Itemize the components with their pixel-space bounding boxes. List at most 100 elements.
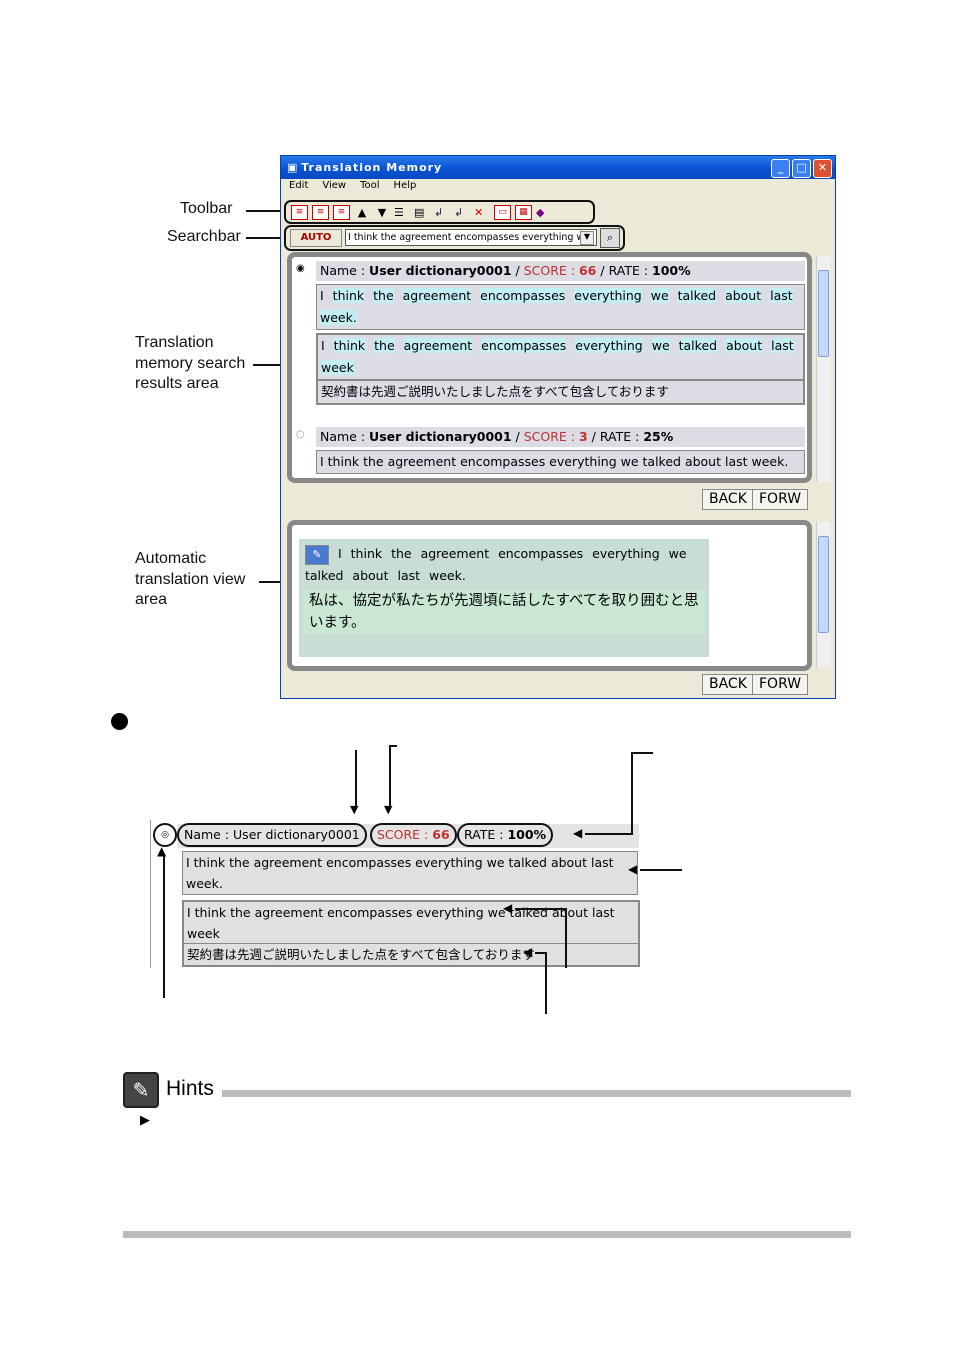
arrow-line [545,952,547,1014]
auto-source-text: ✎ I think the agreement encompasses ever… [305,544,687,583]
arrow-line [631,752,633,834]
replace-icon[interactable]: ↲ [454,206,470,219]
detail-target-text: 契約書は先週ご説明いたしました点をすべて包含しております [182,943,640,967]
auto-translation-view-area: ✎ I think the agreement encompasses ever… [287,520,812,671]
insert-icon[interactable]: ↲ [434,206,450,219]
auto-button[interactable]: AUTO [290,229,342,247]
search-icon[interactable]: ⌕ [600,228,620,248]
arrow-icon: ◀ [573,826,583,840]
arrow-line [515,908,567,910]
window-title: Translation Memory [301,161,443,174]
arrow-icon: ▲ [157,844,167,858]
callout-line [246,210,284,212]
tm-search-results-area: ◉ Name : User dictionary0001 / SCORE : 6… [287,252,812,483]
arrow-icon: ▼ [350,803,359,816]
arrow-icon: ◀ [628,862,638,876]
result-detail-diagram: ◎ Name : User dictionary0001 SCORE : 66 … [150,820,641,968]
close-button[interactable]: ✕ [813,159,832,178]
arrow-line [163,855,165,998]
result-radio-selected[interactable]: ◉ [296,263,305,274]
divider [222,1090,851,1097]
forw-button[interactable]: FORW [752,674,809,695]
arrow-line [565,908,567,968]
window-icon[interactable]: ▭ [494,204,511,220]
matched-word: last [770,288,793,303]
result-source-text: I think the agreement encompasses everyt… [316,450,805,474]
matched-word: everything [575,338,643,353]
arrow-line [389,745,391,808]
auto-translation-block: ✎ I think the agreement encompasses ever… [299,539,709,657]
result-header: Name : User dictionary0001 / SCORE : 3 /… [316,427,805,447]
callout-searchbar: Searchbar [167,228,241,245]
result-item[interactable]: Name : User dictionary0001 / SCORE : 3 /… [316,427,805,474]
dropdown-arrow-icon[interactable]: ▼ [580,231,594,245]
callout-toolbar: Toolbar [180,200,233,217]
arrow-line [389,745,397,747]
matched-word: encompasses [480,288,566,303]
callout-line [246,237,284,239]
arrow-icon: ◀ [503,901,513,915]
arrow-line [640,869,682,871]
result-item[interactable]: Name : User dictionary0001 / SCORE : 66 … [316,261,805,405]
delete-icon[interactable]: ✕ [474,206,490,219]
register-source-icon[interactable]: ≡ [312,204,329,220]
options-icon[interactable]: ▦ [515,204,532,220]
matched-word: the [374,338,395,353]
forw-button[interactable]: FORW [752,489,809,510]
menu-help[interactable]: Help [394,180,417,191]
matched-word: we [651,338,670,353]
results-scrollbar[interactable] [816,256,830,482]
dictionary-icon[interactable]: ◆ [536,206,552,219]
register-icon[interactable]: ≡ [291,204,308,220]
matched-word: about [726,338,763,353]
detail-source-text: I think the agreement encompasses everyt… [182,851,638,895]
menu-bar: Edit View Tool Help [289,180,430,191]
up-arrow-icon[interactable]: ▲ [354,206,370,219]
menu-tool[interactable]: Tool [360,180,379,191]
list-icon[interactable]: ☰ [394,206,410,219]
auto-target-text: 私は、協定が私たちが先週頃に話したすべてを取り囲むと思います。 [303,589,705,634]
matched-word: about [725,288,762,303]
matched-word: week. [320,310,357,325]
score-pill: SCORE : 66 [370,823,457,847]
pen-icon[interactable]: ✎ [305,544,329,565]
minimize-button[interactable]: _ [771,159,790,178]
toolbar: ≡ ≡ ≡ ▲ ▼ ☰ ▤ ↲ ↲ ✕ ▭ ▦ ◆ [284,200,595,224]
bullet [111,713,128,730]
matched-word: think [333,338,366,353]
register-target-icon[interactable]: ≡ [333,204,350,220]
matched-word: last [771,338,794,353]
result-source-text: I think the agreement encompasses everyt… [316,284,805,330]
down-arrow-icon[interactable]: ▼ [374,206,390,219]
auto-scrollbar[interactable] [816,522,830,667]
matched-word: we [650,288,669,303]
menu-view[interactable]: View [322,180,346,191]
arrow-line [355,750,357,808]
search-input-value: I think the agreement encompasses everyt… [348,232,585,243]
matched-word: agreement [402,288,472,303]
scrollbar-thumb[interactable] [818,536,829,633]
callout-results: Translation memory search results area [135,334,246,392]
matched-word: encompasses [481,338,567,353]
detail-list-icon[interactable]: ▤ [414,206,430,219]
detail-match-text: I think the agreement encompasses everyt… [182,900,640,945]
search-input[interactable]: I think the agreement encompasses everyt… [345,229,597,246]
scrollbar-thumb[interactable] [818,270,829,357]
matched-word: the [373,288,394,303]
result-radio[interactable]: ○ [296,429,305,440]
result-target-text: 契約書は先週ご説明いたしました点をすべて包含しております [316,380,805,405]
back-button[interactable]: BACK [702,674,754,695]
matched-word: week [321,360,354,375]
menu-edit[interactable]: Edit [289,180,308,191]
back-button[interactable]: BACK [702,489,754,510]
result-match-text: I think the agreement encompasses everyt… [316,333,805,380]
arrow-line [585,833,633,835]
divider [123,1231,851,1238]
arrow-icon: ▼ [384,803,393,816]
arrow-line [631,752,653,754]
matched-word: talked [678,338,718,353]
searchbar: AUTO I think the agreement encompasses e… [284,225,625,251]
matched-word: I [321,338,325,353]
rate-pill: RATE : 100% [457,823,554,847]
maximize-button[interactable]: □ [792,159,811,178]
